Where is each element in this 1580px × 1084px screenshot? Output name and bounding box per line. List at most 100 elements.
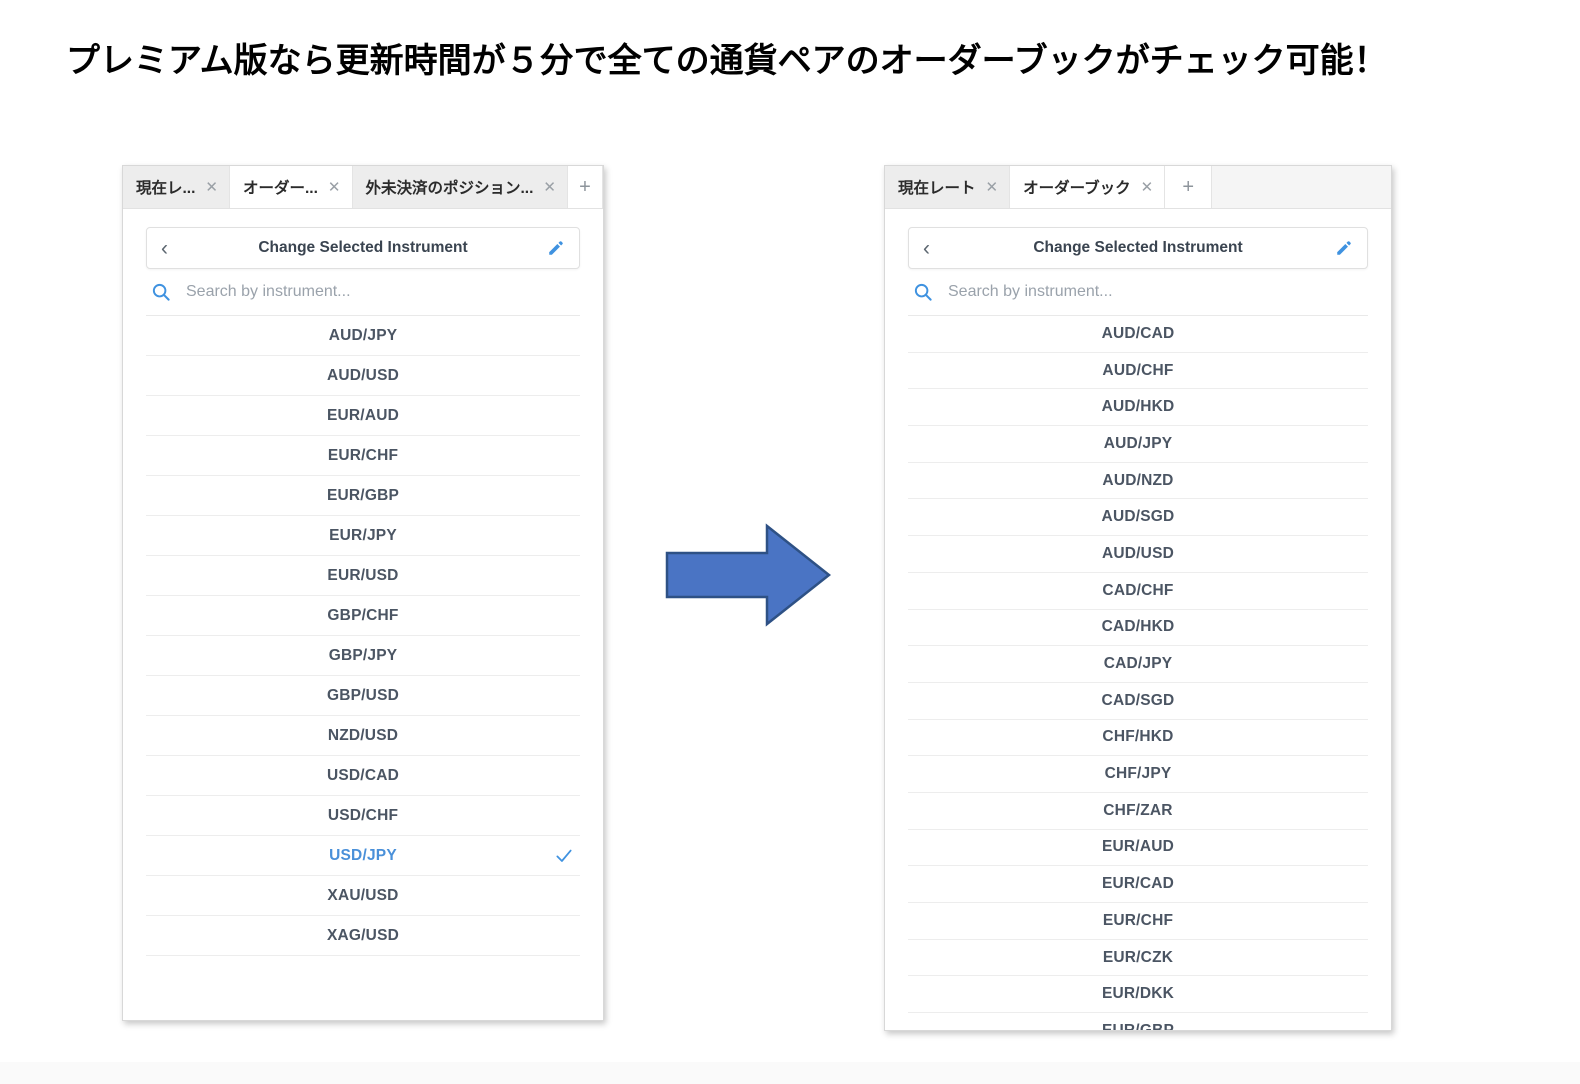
instrument-label: AUD/JPY	[1103, 434, 1173, 452]
close-icon[interactable]: ✕	[1141, 180, 1154, 195]
instrument-row[interactable]: AUD/JPY	[146, 316, 580, 356]
instrument-label: USD/CHF	[327, 806, 399, 824]
instrument-label: EUR/CHF	[1102, 911, 1174, 929]
checkmark-icon	[554, 846, 574, 866]
instrument-label: XAU/USD	[327, 886, 399, 904]
instrument-label: CHF/ZAR	[1103, 801, 1173, 819]
tab-left-2[interactable]: 外未決済のポジション... ✕	[352, 166, 568, 208]
instrument-row[interactable]: CAD/JPY	[908, 646, 1368, 683]
instrument-label: EUR/JPY	[329, 526, 397, 544]
instrument-row[interactable]: EUR/CAD	[908, 866, 1368, 903]
instrument-label: EUR/DKK	[1101, 985, 1174, 1003]
instrument-row[interactable]: XAG/USD	[146, 916, 580, 956]
instrument-label: AUD/SGD	[1101, 508, 1175, 526]
instrument-label: AUD/JPY	[328, 326, 398, 344]
instrument-label: XAG/USD	[326, 926, 400, 944]
tab-label: 現在レ...	[136, 180, 196, 197]
back-chevron-icon[interactable]: ‹	[161, 238, 181, 259]
right-search-row[interactable]	[908, 269, 1368, 316]
instrument-row[interactable]: CAD/CHF	[908, 573, 1368, 610]
instrument-row[interactable]: AUD/USD	[908, 536, 1368, 573]
pencil-icon[interactable]	[545, 239, 565, 257]
bottom-strip	[0, 1062, 1580, 1084]
instrument-label: CHF/JPY	[1104, 765, 1172, 783]
left-window-panel: 現在レ... ✕ オーダー... ✕ 外未決済のポジション... ✕ + ‹ C…	[122, 165, 604, 1021]
instrument-row[interactable]: AUD/CAD	[908, 316, 1368, 353]
instrument-row[interactable]: AUD/JPY	[908, 426, 1368, 463]
right-header-wrap: ‹ Change Selected Instrument	[885, 209, 1391, 269]
instrument-row[interactable]: EUR/CHF	[146, 436, 580, 476]
instrument-label: EUR/GBP	[326, 486, 400, 504]
instrument-row[interactable]: CHF/ZAR	[908, 793, 1368, 830]
page-title: プレミアム版なら更新時間が５分で全ての通貨ペアのオーダーブックがチェック可能！	[66, 42, 1388, 80]
left-instrument-list: AUD/JPY AUD/USD EUR/AUD EUR/CHF EUR/GBP EUR/J…	[146, 316, 580, 956]
instrument-row[interactable]: EUR/AUD	[908, 830, 1368, 867]
instrument-label: CHF/HKD	[1102, 728, 1174, 746]
instrument-row[interactable]: EUR/GBP	[908, 1013, 1368, 1030]
tab-label: オーダーブック	[1023, 180, 1131, 197]
tab-label: オーダー...	[243, 180, 318, 197]
search-input[interactable]	[186, 283, 578, 301]
close-icon[interactable]: ✕	[543, 180, 556, 195]
left-tab-strip: 現在レ... ✕ オーダー... ✕ 外未決済のポジション... ✕ +	[123, 166, 603, 209]
right-tab-strip: 現在レート ✕ オーダーブック ✕ +	[885, 166, 1391, 209]
instrument-row[interactable]: CHF/JPY	[908, 756, 1368, 793]
instrument-row[interactable]: CAD/HKD	[908, 610, 1368, 647]
instrument-row[interactable]: EUR/JPY	[146, 516, 580, 556]
close-icon[interactable]: ✕	[328, 180, 341, 195]
instrument-row[interactable]: GBP/USD	[146, 676, 580, 716]
instrument-label: GBP/USD	[326, 686, 400, 704]
instrument-label: EUR/AUD	[326, 406, 399, 424]
instrument-label: USD/CAD	[326, 766, 399, 784]
search-input[interactable]	[948, 283, 1366, 301]
instrument-row[interactable]: EUR/CZK	[908, 940, 1368, 977]
tab-right-0[interactable]: 現在レート ✕	[885, 166, 1011, 208]
instrument-row[interactable]: EUR/DKK	[908, 976, 1368, 1014]
instrument-row[interactable]: EUR/AUD	[146, 396, 580, 436]
close-icon[interactable]: ✕	[986, 180, 999, 195]
instrument-label: AUD/USD	[326, 366, 399, 384]
instrument-label: EUR/CAD	[1101, 875, 1174, 893]
right-window-panel: 現在レート ✕ オーダーブック ✕ + ‹ Change Selected In…	[884, 165, 1392, 1031]
tab-left-1[interactable]: オーダー... ✕	[230, 166, 353, 208]
search-icon	[150, 281, 172, 303]
change-instrument-header: ‹ Change Selected Instrument	[146, 227, 580, 269]
header-title: Change Selected Instrument	[1033, 239, 1243, 256]
instrument-label: CAD/HKD	[1101, 618, 1175, 636]
instrument-row[interactable]: GBP/CHF	[146, 596, 580, 636]
instrument-row[interactable]: AUD/USD	[146, 356, 580, 396]
close-icon[interactable]: ✕	[205, 180, 218, 195]
instrument-row[interactable]: CHF/HKD	[908, 720, 1368, 757]
instrument-row[interactable]: AUD/SGD	[908, 499, 1368, 537]
instrument-label: CAD/CHF	[1102, 581, 1174, 599]
instrument-label: CAD/SGD	[1101, 691, 1175, 709]
instrument-row[interactable]: XAU/USD	[146, 876, 580, 916]
instrument-row[interactable]: USD/CHF	[146, 796, 580, 836]
instrument-row[interactable]: GBP/JPY	[146, 636, 580, 676]
instrument-row[interactable]: CAD/SGD	[908, 683, 1368, 720]
tab-right-1[interactable]: オーダーブック ✕	[1010, 166, 1166, 208]
pencil-icon[interactable]	[1333, 239, 1353, 257]
instrument-row[interactable]: AUD/HKD	[908, 389, 1368, 427]
instrument-row[interactable]: EUR/GBP	[146, 476, 580, 516]
instrument-label: AUD/HKD	[1101, 398, 1175, 416]
add-tab-button[interactable]: +	[1165, 166, 1213, 208]
instrument-row[interactable]: USD/JPY	[146, 836, 580, 876]
instrument-row[interactable]: EUR/CHF	[908, 903, 1368, 940]
instrument-row[interactable]: EUR/USD	[146, 556, 580, 596]
instrument-label: EUR/AUD	[1101, 838, 1174, 856]
instrument-label: GBP/JPY	[328, 646, 398, 664]
instrument-row[interactable]: NZD/USD	[146, 716, 580, 756]
left-search-row[interactable]	[146, 269, 580, 316]
instrument-row[interactable]: USD/CAD	[146, 756, 580, 796]
right-arrow-icon	[664, 520, 832, 630]
tab-left-0[interactable]: 現在レ... ✕	[123, 166, 230, 208]
add-tab-button[interactable]: +	[568, 166, 603, 208]
instrument-label: USD/JPY	[329, 846, 397, 864]
back-chevron-icon[interactable]: ‹	[923, 238, 943, 259]
tab-strip-filler	[1212, 166, 1391, 208]
instrument-label: AUD/CAD	[1101, 324, 1175, 342]
instrument-label: EUR/CHF	[327, 446, 399, 464]
instrument-row[interactable]: AUD/CHF	[908, 353, 1368, 390]
instrument-row[interactable]: AUD/NZD	[908, 463, 1368, 500]
